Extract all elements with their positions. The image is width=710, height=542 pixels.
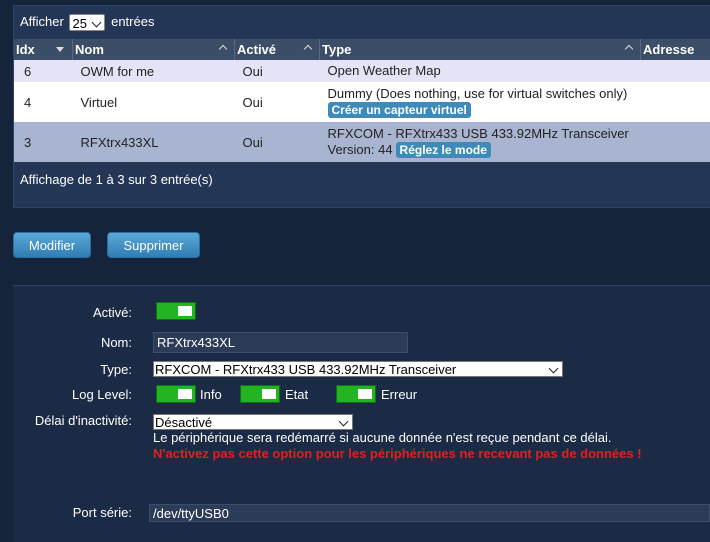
type-text: Dummy (Does nothing, use for virtual swi…	[328, 86, 641, 102]
cell-idx: 6	[14, 60, 73, 82]
chevron-down-icon	[339, 417, 349, 427]
table-row[interactable]: 4 Virtuel Oui Dummy (Does nothing, use f…	[14, 82, 710, 122]
type-text: Open Weather Map	[328, 63, 441, 78]
type-select-value: RFXCOM - RFXtrx433 USB 433.92MHz Transce…	[155, 362, 456, 377]
log-info-toggle[interactable]	[156, 385, 196, 403]
page-size-select[interactable]: 25	[69, 14, 105, 31]
cell-idx: 3	[14, 122, 73, 162]
cell-enabled: Oui	[235, 122, 320, 162]
cell-enabled: Oui	[235, 60, 320, 82]
log-info-label: Info	[200, 387, 222, 402]
type-select[interactable]: RFXCOM - RFXtrx433 USB 433.92MHz Transce…	[153, 361, 563, 377]
cell-address	[641, 122, 710, 162]
chevron-down-icon	[92, 18, 102, 28]
column-header-type[interactable]: Type	[320, 39, 641, 60]
type-label: Type:	[13, 362, 132, 377]
create-virtual-sensor-button[interactable]: Créer un capteur virtuel	[328, 102, 471, 118]
column-header-enabled[interactable]: Activé	[235, 39, 320, 60]
timeout-select-value: Désactivé	[155, 415, 212, 430]
cell-address	[641, 60, 710, 82]
serial-port-input[interactable]: /dev/ttyUSB0	[149, 504, 710, 522]
cell-name: RFXtrx433XL	[73, 122, 235, 162]
set-mode-button[interactable]: Réglez le mode	[396, 142, 491, 158]
name-input[interactable]: RFXtrx433XL	[153, 332, 408, 353]
log-status-label: Etat	[285, 387, 308, 402]
timeout-help-text: Le périphérique sera redémarré si aucune…	[153, 430, 612, 445]
log-status-toggle[interactable]	[240, 385, 280, 403]
page-size-value: 25	[72, 16, 86, 31]
cell-address	[641, 82, 710, 122]
chevron-down-icon	[549, 364, 559, 374]
table-header-row: Idx Nom Activé Type Adresse	[14, 39, 710, 60]
show-suffix: entrées	[111, 14, 154, 29]
cell-type: Open Weather Map	[320, 60, 641, 82]
type-text: RFXCOM - RFXtrx433 USB 433.92MHz Transce…	[328, 126, 641, 142]
cell-type: RFXCOM - RFXtrx433 USB 433.92MHz Transce…	[320, 122, 641, 162]
show-prefix: Afficher	[20, 14, 64, 29]
name-label: Nom:	[13, 335, 132, 350]
table-info: Affichage de 1 à 3 sur 3 entrée(s)	[20, 172, 213, 187]
hardware-table: Idx Nom Activé Type Adresse 6 OWM for me…	[14, 39, 710, 162]
column-header-address[interactable]: Adresse	[641, 39, 710, 60]
timeout-label: Délai d'inactivité:	[13, 413, 132, 428]
log-error-toggle[interactable]	[336, 385, 376, 403]
timeout-select[interactable]: Désactivé	[153, 414, 353, 430]
version-text: Version: 44	[328, 142, 393, 157]
delete-button[interactable]: Supprimer	[107, 232, 200, 258]
page-length-control: Afficher 25 entrées	[20, 14, 154, 31]
hardware-form: Activé: Nom: RFXtrx433XL Type: RFXCOM - …	[13, 285, 710, 542]
column-header-idx[interactable]: Idx	[14, 39, 73, 60]
cell-type: Dummy (Does nothing, use for virtual swi…	[320, 82, 641, 122]
enabled-label: Activé:	[13, 305, 132, 320]
timeout-warning-text: N'activez pas cette option pour les péri…	[153, 446, 642, 461]
log-level-label: Log Level:	[13, 387, 132, 402]
modify-button[interactable]: Modifier	[13, 232, 91, 258]
table-row[interactable]: 3 RFXtrx433XL Oui RFXCOM - RFXtrx433 USB…	[14, 122, 710, 162]
cell-name: Virtuel	[73, 82, 235, 122]
enabled-toggle[interactable]	[156, 302, 196, 320]
column-header-name[interactable]: Nom	[73, 39, 235, 60]
cell-name: OWM for me	[73, 60, 235, 82]
cell-enabled: Oui	[235, 82, 320, 122]
serial-port-label: Port série:	[13, 505, 132, 520]
table-row[interactable]: 6 OWM for me Oui Open Weather Map	[14, 60, 710, 82]
cell-idx: 4	[14, 82, 73, 122]
log-error-label: Erreur	[381, 387, 417, 402]
hardware-table-panel: Afficher 25 entrées Idx Nom Activé Type …	[13, 5, 710, 208]
